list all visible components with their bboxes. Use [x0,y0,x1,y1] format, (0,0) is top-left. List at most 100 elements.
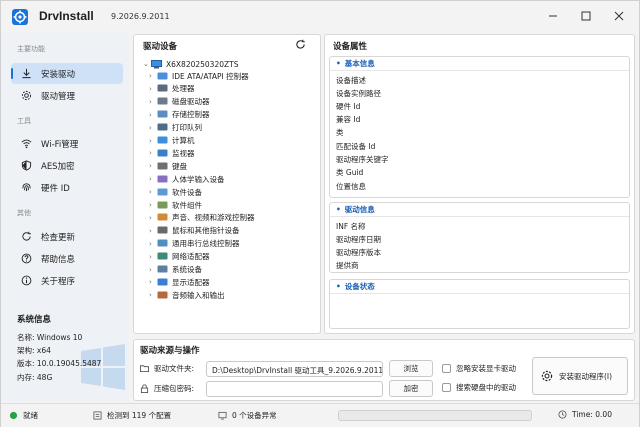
clock-icon [558,410,567,419]
sidebar-item-help[interactable]: 帮助信息 [11,248,123,269]
system-info-version: 版本: 10.0.19045.5487 [17,359,102,369]
minimize-button[interactable] [541,6,565,26]
folder-path-field[interactable]: D:\Desktop\DrvInstall 驱动工具_9.2026.9.2011… [206,361,383,377]
password-field[interactable] [206,381,383,397]
app-logo-icon [12,9,28,25]
sidebar-item-driver-manage[interactable]: 驱动管理 [11,85,123,106]
tree-item[interactable]: › 计算机 [149,135,195,147]
expand-chevron-icon[interactable]: › [149,162,157,170]
driver-info-heading[interactable]: • 驱动信息 [330,203,629,217]
prop-driver-version: 驱动程序版本 [336,248,381,257]
expand-chevron-icon[interactable]: › [149,201,157,209]
status-time-label: Time: 0.00 [572,410,612,419]
sidebar-item-aes[interactable]: AES加密 [11,155,123,176]
wifi-icon [21,139,32,149]
system-info-panel: 系统信息 名称: Windows 10 架构: x64 版本: 10.0.190… [17,313,125,384]
expand-chevron-icon[interactable]: › [149,175,157,183]
status-abnormal: 0 个设备异常 [218,410,277,421]
tree-item[interactable]: › 通用串行总线控制器 [149,238,240,250]
hid-icon [157,175,168,183]
tree-item[interactable]: › 键盘 [149,160,187,172]
config-icon [93,411,102,420]
collapse-chevron-icon[interactable]: ⌄ [143,60,151,68]
encrypt-button[interactable]: 加密 [389,380,433,397]
sidebar: 主要功能 安装驱动 驱动管理 工具 Wi-Fi管理 AES加密 硬件 ID 其他… [1,33,129,401]
device-alert-icon [218,411,227,420]
expand-chevron-icon[interactable]: › [149,98,157,106]
properties-title: 设备属性 [333,42,368,52]
maximize-button[interactable] [574,6,598,26]
folder-label-row: 驱动文件夹: [140,363,194,374]
expand-chevron-icon[interactable]: › [149,253,157,261]
tree-item[interactable]: › 人体学输入设备 [149,173,225,185]
basic-info-heading[interactable]: • 基本信息 [330,57,629,71]
tree-item[interactable]: › 监视器 [149,147,195,159]
driver-info-heading-label: 驱动信息 [344,205,375,214]
expand-chevron-icon[interactable]: › [149,72,157,80]
expand-chevron-icon[interactable]: › [149,278,157,286]
close-button[interactable] [607,6,631,26]
tree-item-label: 软件设备 [172,187,202,197]
sidebar-item-check-update[interactable]: 检查更新 [11,226,123,247]
expand-chevron-icon[interactable]: › [149,227,157,235]
tree-item[interactable]: › 显示适配器 [149,276,210,288]
expand-chevron-icon[interactable]: › [149,111,157,119]
app-title: DrvInstall [39,9,94,23]
tree-item[interactable]: › 软件设备 [149,186,202,198]
expand-chevron-icon[interactable]: › [149,149,157,157]
tree-item-label: IDE ATA/ATAPI 控制器 [172,71,249,81]
section-label-main: 主要功能 [17,45,45,53]
refresh-tree-icon[interactable] [295,39,306,50]
tree-item-label: 鼠标和其他指针设备 [172,226,240,236]
tree-item[interactable]: › 声音、视频和游戏控制器 [149,212,255,224]
expand-chevron-icon[interactable]: › [149,188,157,196]
tree-item-label: 键盘 [172,161,187,171]
download-icon [22,68,31,79]
tree-item-label: 声音、视频和游戏控制器 [172,213,255,223]
tree-item[interactable]: › 网络适配器 [149,251,210,263]
expand-chevron-icon: • [336,205,341,214]
expand-chevron-icon[interactable]: › [149,85,157,93]
display-adapter-icon [157,278,168,286]
search-disk-checkbox[interactable]: 搜索硬盘中的驱动 [442,382,516,393]
tree-item[interactable]: › 音频输入和输出 [149,289,225,301]
basic-info-heading-label: 基本信息 [344,59,375,68]
refresh-icon [22,231,31,241]
processor-icon [157,84,168,92]
tree-item[interactable]: › 软件组件 [149,199,202,211]
tree-item[interactable]: › IDE ATA/ATAPI 控制器 [149,70,249,82]
expand-chevron-icon[interactable]: › [149,214,157,222]
tree-item-label: 人体学输入设备 [172,174,225,184]
device-status-heading[interactable]: • 设备状态 [330,280,629,294]
expand-chevron-icon[interactable]: › [149,137,157,145]
sidebar-item-about[interactable]: 关于程序 [11,270,123,291]
sidebar-item-label: 安装驱动 [41,69,76,80]
prop-device-description: 设备描述 [336,76,366,85]
tree-item[interactable]: › 鼠标和其他指针设备 [149,225,240,237]
status-ready-label: 就绪 [23,411,38,420]
tree-item[interactable]: › 打印队列 [149,122,202,134]
gear-icon [541,370,553,382]
install-driver-button[interactable]: 安装驱动程序(I) [532,357,628,395]
expand-chevron-icon[interactable]: › [149,291,157,299]
sidebar-item-hardware-id[interactable]: 硬件 ID [11,177,123,198]
sidebar-item-install-driver[interactable]: 安装驱动 [11,63,123,84]
tree-item[interactable]: › 处理器 [149,83,195,95]
expand-chevron-icon[interactable]: › [149,240,157,248]
tree-item-label: 通用串行总线控制器 [172,239,240,249]
audio-icon [157,213,168,221]
sidebar-item-wifi[interactable]: Wi-Fi管理 [11,133,123,154]
ide-controller-icon [157,72,168,79]
prop-hardware-id: 硬件 Id [336,102,361,111]
expand-chevron-icon[interactable]: › [149,266,157,274]
tree-item[interactable]: › 系统设备 [149,264,202,276]
device-status-heading-label: 设备状态 [344,282,375,291]
checkbox-box [442,364,451,373]
tree-root-node[interactable]: ⌄ X6X820250320ZTS [143,58,238,70]
ignore-gpu-checkbox[interactable]: 忽略安装显卡驱动 [442,363,516,374]
browse-button[interactable]: 浏览 [389,360,433,377]
tree-item[interactable]: › 磁盘驱动器 [149,96,210,108]
tree-item[interactable]: › 存储控制器 [149,109,210,121]
expand-chevron-icon[interactable]: › [149,124,157,132]
app-version: 9.2026.9.2011 [111,12,170,21]
